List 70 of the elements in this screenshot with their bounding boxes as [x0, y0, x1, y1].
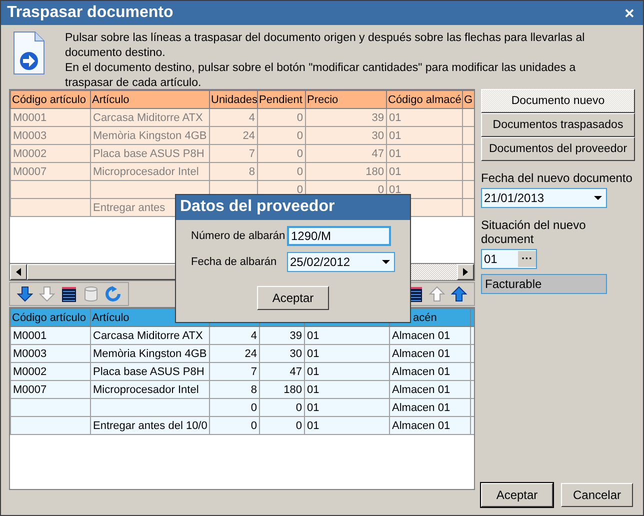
table-cell: Carcasa Miditorre ATX: [93, 330, 203, 342]
table-cell: M0002: [13, 366, 47, 378]
table-cell: 8: [250, 384, 257, 396]
table-cell: Placa base ASUS P8H: [93, 366, 204, 378]
table-cell: 30: [290, 348, 302, 360]
table-cell: 0: [296, 420, 302, 432]
table-cell: 0: [378, 184, 384, 196]
table-cell: 01: [307, 348, 320, 360]
table-cell: 47: [372, 148, 384, 160]
table-cell: Almacen 01: [392, 348, 450, 360]
table-cell: 0: [296, 184, 303, 196]
table-cell: M0007: [13, 384, 47, 396]
table-cell: 0: [296, 112, 303, 124]
date-label: Fecha del nuevo documento: [481, 171, 634, 185]
table-cell: 01: [307, 366, 320, 378]
table-cell: Entregar antes del 10/0: [93, 420, 208, 432]
table-cell: M0002: [13, 148, 47, 160]
table-cell: Microprocesador Intel: [93, 166, 199, 178]
table-cell: 01: [307, 330, 320, 342]
table-cell: 7: [250, 366, 257, 378]
table-cell: 01: [389, 148, 402, 160]
table-cell: 39: [290, 330, 302, 342]
table-cell: 01: [307, 420, 320, 432]
table-cell: M0001: [13, 330, 47, 342]
table-cell: M0003: [13, 130, 47, 142]
table-cell: 01: [307, 402, 320, 414]
table-cell: Almacen 01: [392, 420, 450, 432]
instruction-text: En el documento destino, pulsar sobre el botón "modificar cantidades" para modificar las unidades a traspasar de cada artículo.: [65, 61, 577, 91]
table-cell: Microprocesador Intel: [93, 384, 199, 396]
table-cell: 0: [296, 148, 303, 160]
table-cell: Almacen 01: [392, 402, 450, 414]
table-cell: 01: [389, 184, 402, 196]
table-cell: 0: [250, 420, 257, 432]
table-cell: Memòria Kingston 4GB: [93, 348, 207, 360]
instruction-text: Pulsar sobre las líneas a traspasar del documento origen y después sobre las flechas para llevarlas al documento destino.: [65, 31, 586, 61]
table-cell: 01: [389, 112, 402, 124]
table-cell: 8: [248, 166, 255, 178]
table-cell: 01: [389, 166, 402, 178]
table-cell: 180: [284, 384, 302, 396]
table-cell: 7: [248, 148, 255, 160]
table-cell: M0001: [13, 112, 47, 124]
table-cell: Placa base ASUS P8H: [93, 148, 204, 160]
table-cell: 0: [296, 402, 302, 414]
table-cell: 47: [290, 366, 302, 378]
status-label: Situación del nuevo document: [481, 218, 587, 246]
table-cell: 180: [366, 166, 384, 178]
table-cell: 0: [296, 166, 303, 178]
table-cell: 0: [296, 130, 303, 142]
table-cell: M0007: [13, 166, 47, 178]
field-label: Número de albarán: [191, 230, 286, 242]
table-cell: Carcasa Miditorre ATX: [93, 112, 203, 124]
table-cell: 01: [307, 384, 320, 396]
table-cell: 01: [389, 130, 402, 142]
table-cell: 24: [242, 130, 255, 142]
dialog-title-bar: Datos del proveedor: [176, 195, 410, 220]
window-title: Traspasar documento: [7, 4, 174, 22]
table-cell: 4: [250, 330, 257, 342]
table-cell: 4: [248, 112, 255, 124]
table-cell: Entregar antes: [93, 202, 166, 214]
table-cell: Memòria Kingston 4GB: [93, 130, 207, 142]
table-cell: 24: [244, 348, 257, 360]
field-label: Fecha de albarán: [191, 256, 278, 268]
table-cell: 0: [250, 402, 257, 414]
table-cell: M0003: [13, 348, 47, 360]
table-cell: Almacen 01: [392, 366, 450, 378]
table-cell: Almacen 01: [392, 330, 450, 342]
table-cell: 30: [372, 130, 384, 142]
table-cell: Almacen 01: [392, 384, 450, 396]
table-cell: 39: [372, 112, 384, 124]
status-name-field: Facturable: [481, 274, 607, 294]
